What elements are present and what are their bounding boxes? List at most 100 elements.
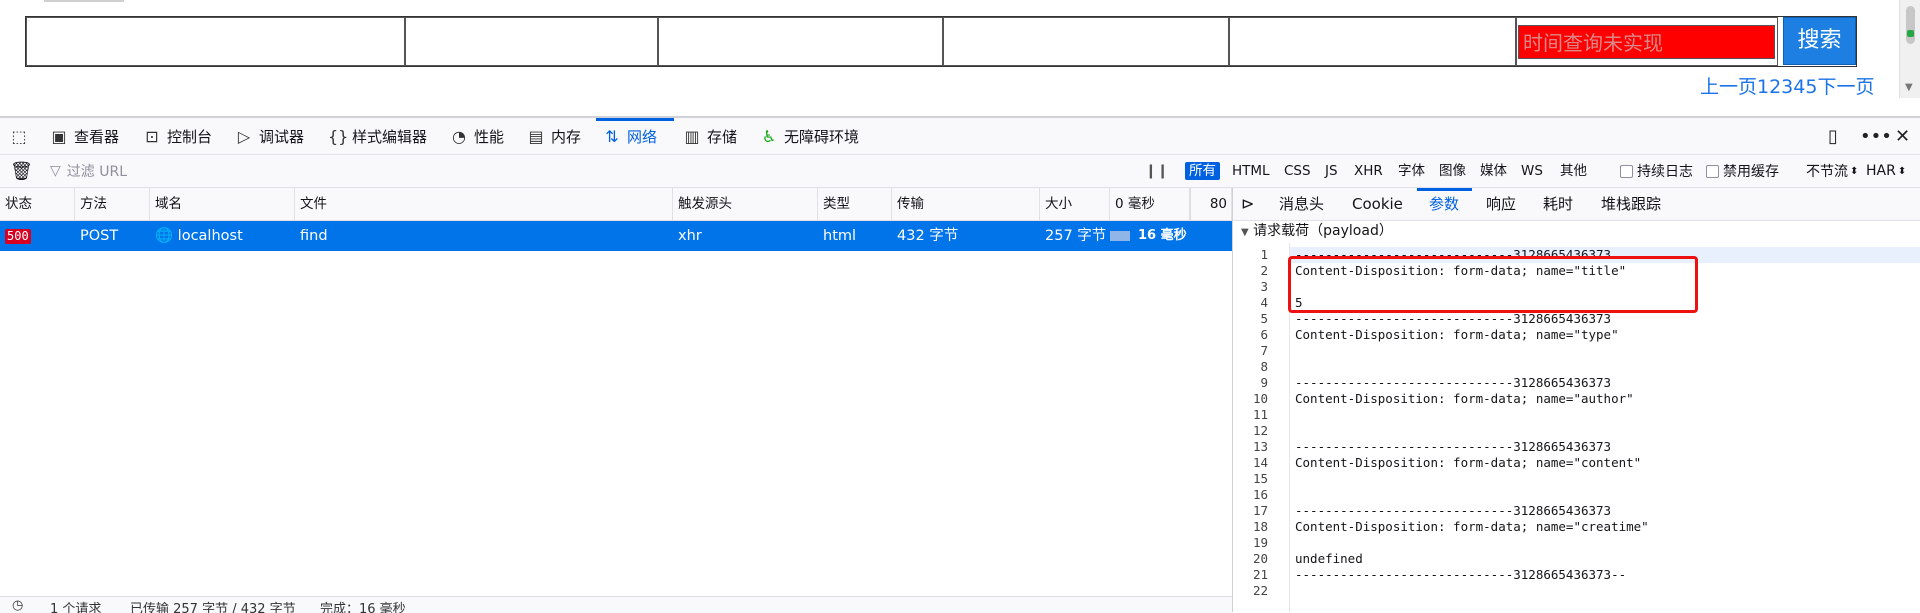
line-number: 13: [1252, 439, 1268, 454]
search-button[interactable]: 搜索: [1783, 17, 1856, 65]
top-link-stub: [44, 0, 124, 2]
ellipsis-icon: •••: [1860, 125, 1892, 147]
filter-url-input[interactable]: ▽ 过滤 URL: [50, 155, 1130, 187]
tab-console[interactable]: ⊡ 控制台: [143, 118, 212, 154]
filter-placeholder: 过滤 URL: [66, 164, 128, 180]
column-method[interactable]: 方法: [75, 188, 150, 220]
persist-logs-toggle[interactable]: 持续日志: [1620, 155, 1693, 187]
payload-line: -----------------------------31286654363…: [1295, 567, 1627, 582]
line-number: 10: [1252, 391, 1268, 406]
chevron-updown-icon: ⬍: [1897, 165, 1907, 177]
line-number: 15: [1252, 471, 1268, 486]
filter-images[interactable]: 图像: [1435, 162, 1470, 180]
column-size[interactable]: 大小: [1040, 188, 1110, 220]
tab-label: 调试器: [259, 127, 305, 146]
network-tab-indicator: [596, 118, 674, 121]
element-picker-button[interactable]: ⬚: [10, 118, 28, 154]
filter-other[interactable]: 其他: [1556, 162, 1591, 180]
web-page: 时间查询未实现 搜索 上一页12345下一页 ▼: [0, 0, 1920, 116]
payload-section-header[interactable]: ▼ 请求载荷（payload）: [1233, 220, 1920, 242]
time-cell: 16 毫秒: [1138, 228, 1187, 243]
more-button[interactable]: •••: [1860, 118, 1892, 154]
tab-debugger[interactable]: ▷ 调试器: [235, 118, 304, 154]
filter-html[interactable]: HTML: [1228, 162, 1274, 180]
filter-xhr[interactable]: XHR: [1350, 162, 1387, 180]
pause-button[interactable]: ❙❙: [1145, 155, 1168, 187]
line-number: 7: [1260, 343, 1268, 358]
table-row[interactable]: 500 POST 🌐 localhost find xhr html 432 字…: [0, 221, 1232, 251]
tab-performance[interactable]: ◔ 性能: [450, 118, 504, 154]
line-number: 21: [1252, 567, 1268, 582]
tab-cookies[interactable]: Cookie: [1352, 188, 1403, 220]
tab-stack-trace[interactable]: 堆栈跟踪: [1601, 188, 1661, 220]
tab-accessibility[interactable]: ♿ 无障碍环境: [760, 118, 859, 154]
tab-label: 网络: [627, 127, 658, 146]
payload-line: -----------------------------31286654363…: [1295, 375, 1612, 390]
type-input-cell[interactable]: [405, 17, 658, 66]
tab-headers[interactable]: 消息头: [1279, 188, 1324, 220]
filter-ws[interactable]: WS: [1517, 162, 1547, 180]
checkbox[interactable]: [1706, 164, 1719, 178]
line-number: 22: [1252, 583, 1268, 598]
dock-button[interactable]: ▯: [1828, 118, 1838, 154]
keyword-input-cell[interactable]: [1229, 17, 1516, 66]
payload-line: -----------------------------31286654363…: [1295, 503, 1612, 518]
har-menu[interactable]: HAR ⬍: [1866, 155, 1906, 187]
tab-inspector[interactable]: ▣ 查看器: [50, 118, 119, 154]
filter-fonts[interactable]: 字体: [1394, 162, 1429, 180]
request-count: 1 个请求: [50, 602, 102, 613]
scrollbar-thumb[interactable]: [1906, 6, 1915, 44]
time-query-input[interactable]: 时间查询未实现: [1518, 25, 1775, 59]
tab-label: 存储: [707, 127, 738, 146]
tab-storage[interactable]: ▥ 存储: [683, 118, 737, 154]
page-scrollbar[interactable]: ▼: [1899, 0, 1920, 98]
status-cell: 500: [0, 221, 75, 251]
tab-label: 样式编辑器: [352, 127, 428, 146]
scroll-down-icon[interactable]: ▼: [1905, 82, 1913, 93]
clear-button[interactable]: 🗑: [10, 155, 33, 187]
storage-icon: ▥: [684, 126, 700, 146]
author-input-cell[interactable]: [658, 17, 943, 66]
tab-style-editor[interactable]: {} 样式编辑器: [328, 118, 427, 154]
column-initiator[interactable]: 触发源头: [673, 188, 818, 220]
title-input-cell[interactable]: [26, 17, 405, 66]
close-devtools-button[interactable]: ✕: [1895, 118, 1910, 154]
column-status[interactable]: 状态: [0, 188, 75, 220]
waterfall-bar: [1110, 231, 1130, 241]
content-input-cell[interactable]: [943, 17, 1229, 66]
column-file[interactable]: 文件: [295, 188, 673, 220]
line-number: 11: [1252, 407, 1268, 422]
annotation-highlight-box: [1288, 256, 1698, 313]
tab-memory[interactable]: ▤ 内存: [527, 118, 581, 154]
stats-icon[interactable]: ◷: [12, 598, 23, 613]
payload-line: Content-Disposition: form-data; name="co…: [1295, 455, 1642, 470]
filter-media[interactable]: 媒体: [1476, 162, 1511, 180]
pagination[interactable]: 上一页12345下一页: [1700, 72, 1874, 99]
payload-line: undefined: [1295, 551, 1363, 566]
tab-response[interactable]: 响应: [1486, 188, 1516, 220]
toggle-sidebar-button[interactable]: ⊳: [1241, 188, 1254, 220]
payload-line: -----------------------------31286654363…: [1295, 311, 1612, 326]
disable-cache-toggle[interactable]: 禁用缓存: [1706, 155, 1779, 187]
column-transferred[interactable]: 传输: [892, 188, 1040, 220]
network-filter-bar: 🗑 ▽ 过滤 URL ❙❙ 所有 HTML CSS JS XHR 字体 图像 媒…: [0, 155, 1920, 188]
payload-line: Content-Disposition: form-data; name="cr…: [1295, 519, 1649, 534]
column-type[interactable]: 类型: [818, 188, 892, 220]
dock-icon: ▯: [1828, 125, 1838, 147]
column-domain[interactable]: 域名: [150, 188, 295, 220]
status-ok-icon: [1907, 30, 1914, 37]
filter-js[interactable]: JS: [1321, 162, 1342, 180]
devtools-toolbar: ⬚ ▣ 查看器 ⊡ 控制台 ▷ 调试器 {} 样式编辑器 ◔ 性能 ▤ 内存 ⇅…: [0, 118, 1920, 155]
throttle-select[interactable]: 不节流 ⬍: [1806, 155, 1858, 187]
tab-network[interactable]: ⇅ 网络: [603, 118, 657, 154]
request-table-header: 状态 方法 域名 文件 触发源头 类型 传输 大小 0 毫秒 80: [0, 188, 1232, 221]
filter-css[interactable]: CSS: [1280, 162, 1315, 180]
filter-all[interactable]: 所有: [1185, 162, 1220, 180]
request-detail-tabs: ⊳ 消息头 Cookie 参数 响应 耗时 堆栈跟踪: [1233, 188, 1920, 221]
column-waterfall[interactable]: 0 毫秒: [1110, 188, 1190, 220]
method-cell: POST: [80, 228, 119, 244]
checkbox[interactable]: [1620, 164, 1633, 178]
sidebar-toggle-icon: ⊳: [1241, 194, 1255, 213]
tab-params[interactable]: 参数: [1429, 188, 1459, 220]
tab-timings[interactable]: 耗时: [1543, 188, 1573, 220]
